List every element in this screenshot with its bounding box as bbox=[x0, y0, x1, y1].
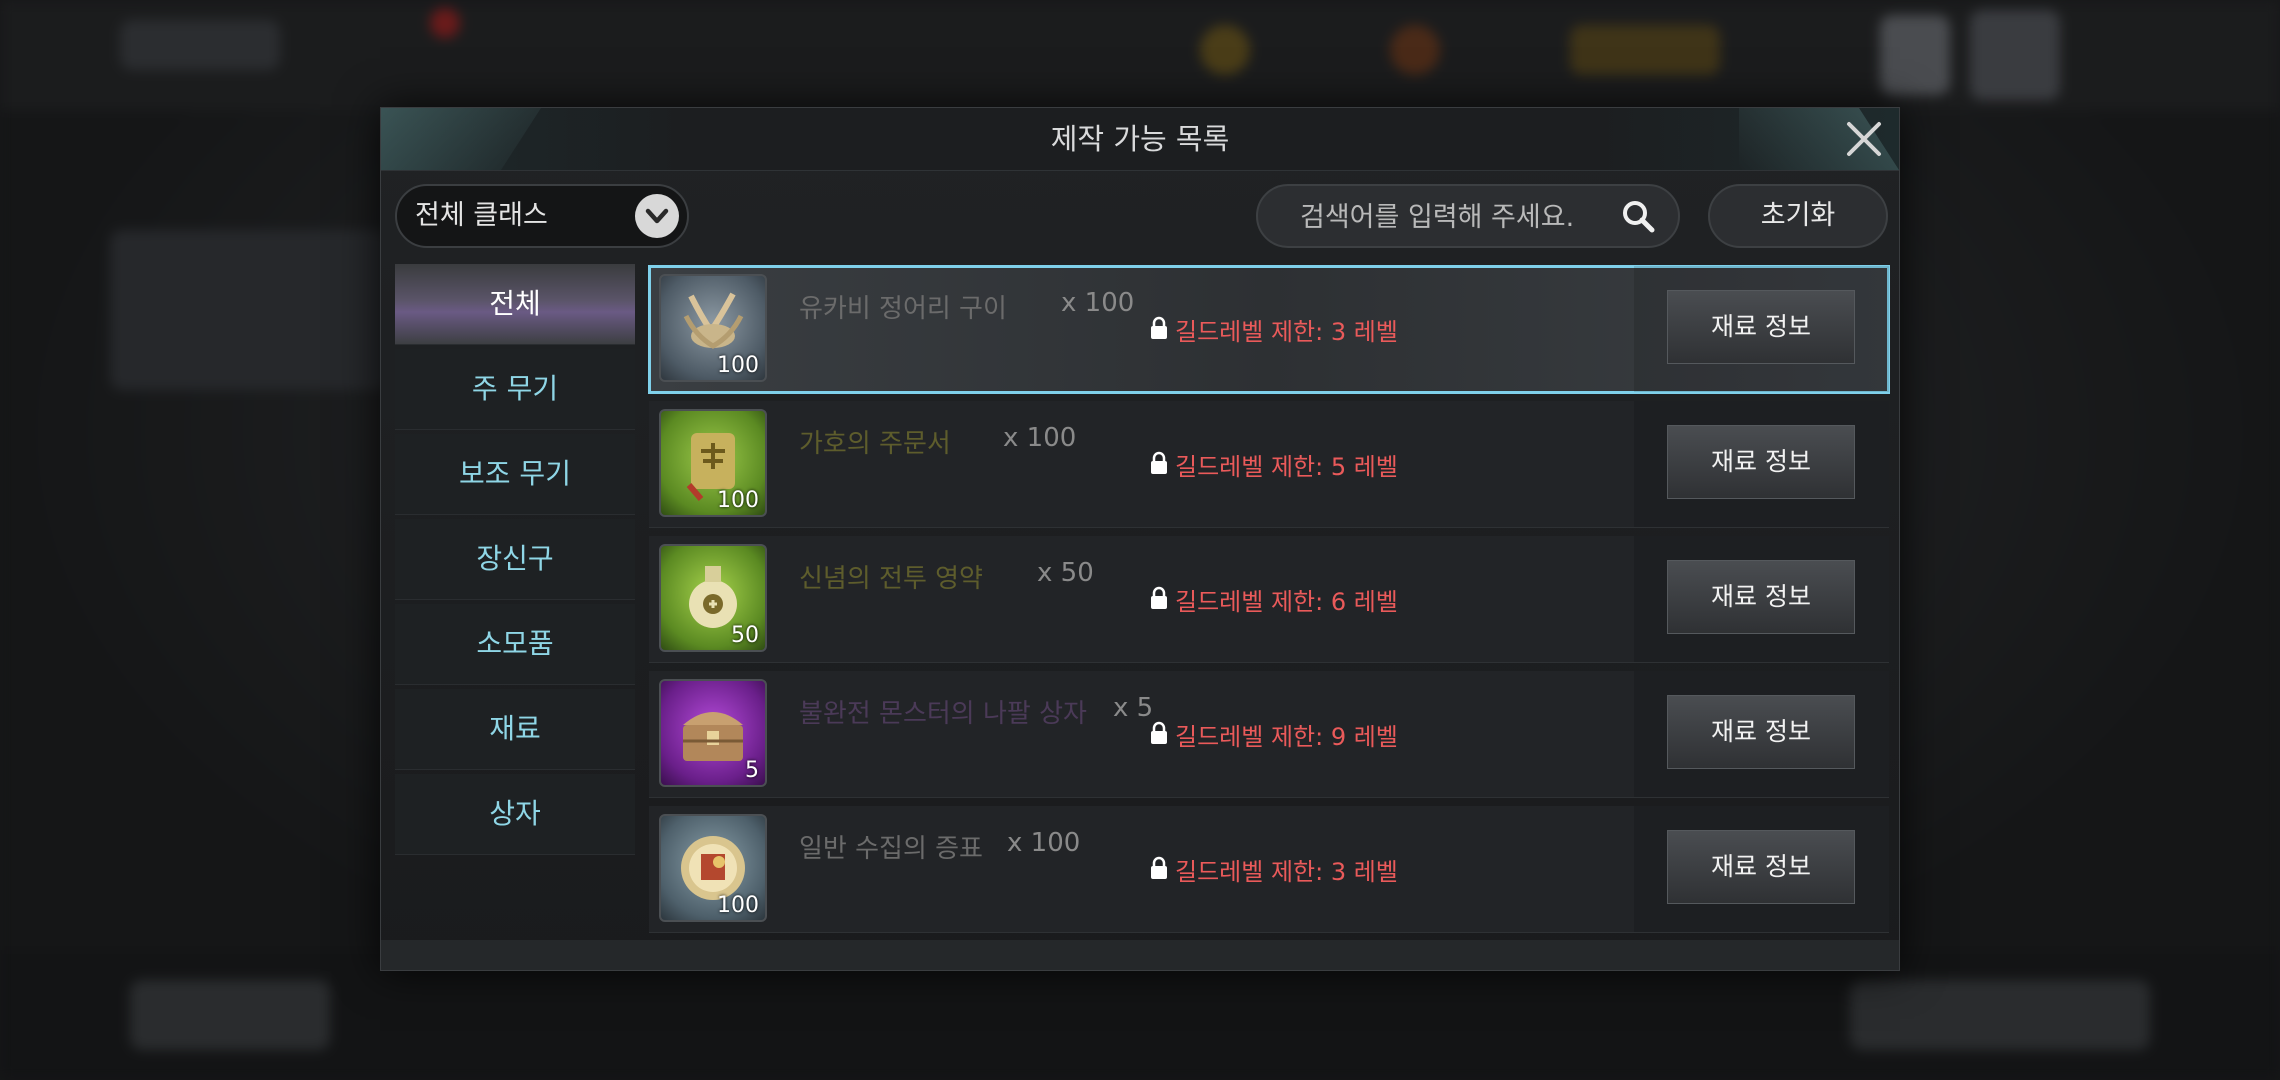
item-name: 신념의 전투 영약 bbox=[799, 564, 983, 594]
class-filter-dropdown[interactable]: 전체 클래스 bbox=[395, 184, 689, 248]
item-multiplier: x 100 bbox=[1061, 288, 1135, 318]
background-avatar bbox=[1880, 15, 1950, 95]
item-quantity: 100 bbox=[717, 893, 759, 918]
chevron-down-icon bbox=[635, 194, 679, 238]
sidebar-item-material[interactable]: 재료 bbox=[395, 689, 635, 770]
lock-icon bbox=[1151, 316, 1167, 339]
modal-footer bbox=[381, 940, 1899, 970]
search-icon[interactable] bbox=[1620, 198, 1656, 234]
background-currency bbox=[1570, 25, 1720, 75]
item-quantity: 100 bbox=[717, 488, 759, 513]
guild-level-restriction: 길드레벨 제한: 3 레벨 bbox=[1175, 858, 1398, 886]
item-multiplier: x 5 bbox=[1113, 693, 1154, 723]
lock-icon bbox=[1151, 451, 1167, 474]
guild-level-restriction: 길드레벨 제한: 3 레벨 bbox=[1175, 318, 1398, 346]
guild-level-restriction: 길드레벨 제한: 6 레벨 bbox=[1175, 588, 1398, 616]
guild-level-restriction: 길드레벨 제한: 5 레벨 bbox=[1175, 453, 1398, 481]
lock-icon bbox=[1151, 721, 1167, 744]
guild-level-restriction: 길드레벨 제한: 9 레벨 bbox=[1175, 723, 1398, 751]
background-avatar bbox=[1970, 10, 2060, 100]
close-button[interactable] bbox=[1843, 118, 1885, 160]
list-item[interactable]: 100 일반 수집의 증표 x 100 길드레벨 제한: 3 레벨 재료 정보 bbox=[649, 806, 1889, 933]
list-item[interactable]: 100 유카비 정어리 구이 x 100 길드레벨 제한: 3 레벨 재료 정보 bbox=[648, 265, 1890, 394]
material-info-button[interactable]: 재료 정보 bbox=[1667, 290, 1855, 364]
close-icon bbox=[1847, 122, 1881, 156]
background-coin bbox=[1200, 25, 1250, 75]
item-name: 유카비 정어리 구이 bbox=[799, 294, 1007, 324]
search-input[interactable] bbox=[1298, 186, 1602, 248]
item-name: 불완전 몬스터의 나팔 상자 bbox=[799, 699, 1087, 729]
background-panel bbox=[110, 230, 390, 390]
list-item[interactable]: 100 가호의 주문서 x 100 길드레벨 제한: 5 레벨 재료 정보 bbox=[649, 401, 1889, 528]
list-item[interactable]: 50 신념의 전투 영약 x 50 길드레벨 제한: 6 레벨 재료 정보 bbox=[649, 536, 1889, 663]
craft-item-list: 100 유카비 정어리 구이 x 100 길드레벨 제한: 3 레벨 재료 정보… bbox=[648, 265, 1890, 941]
background-button bbox=[1850, 980, 2150, 1050]
item-quantity: 5 bbox=[745, 758, 759, 783]
modal-header: 제작 가능 목록 bbox=[381, 108, 1899, 171]
sidebar-item-consumable[interactable]: 소모품 bbox=[395, 604, 635, 685]
item-name: 가호의 주문서 bbox=[799, 429, 951, 459]
sidebar-item-sub-weapon[interactable]: 보조 무기 bbox=[395, 434, 635, 515]
background-blob bbox=[120, 20, 280, 70]
item-multiplier: x 50 bbox=[1037, 558, 1094, 588]
lock-icon bbox=[1151, 856, 1167, 879]
list-item[interactable]: 5 불완전 몬스터의 나팔 상자 x 5 길드레벨 제한: 9 레벨 재료 정보 bbox=[649, 671, 1889, 798]
item-multiplier: x 100 bbox=[1003, 423, 1077, 453]
item-multiplier: x 100 bbox=[1007, 828, 1081, 858]
fish-icon: 100 bbox=[659, 274, 767, 382]
background-notification bbox=[430, 8, 460, 38]
class-filter-value: 전체 클래스 bbox=[415, 200, 548, 231]
material-info-button[interactable]: 재료 정보 bbox=[1667, 695, 1855, 769]
sidebar-item-main-weapon[interactable]: 주 무기 bbox=[395, 349, 635, 430]
item-quantity: 100 bbox=[717, 353, 759, 378]
sidebar-item-all[interactable]: 전체 bbox=[395, 264, 635, 345]
chest-icon: 5 bbox=[659, 679, 767, 787]
search-box bbox=[1256, 184, 1680, 248]
modal-title: 제작 가능 목록 bbox=[1050, 122, 1230, 156]
background-gem bbox=[1390, 25, 1440, 75]
background-button bbox=[130, 980, 330, 1050]
reset-button[interactable]: 초기화 bbox=[1708, 184, 1888, 248]
craftable-list-modal: 제작 가능 목록 전체 클래스 초기화 전체 주 무기 보조 무기 장신구 소모… bbox=[380, 107, 1900, 971]
sidebar-item-accessory[interactable]: 장신구 bbox=[395, 519, 635, 600]
material-info-button[interactable]: 재료 정보 bbox=[1667, 425, 1855, 499]
scroll-icon: 100 bbox=[659, 409, 767, 517]
potion-icon: 50 bbox=[659, 544, 767, 652]
material-info-button[interactable]: 재료 정보 bbox=[1667, 560, 1855, 634]
token-icon: 100 bbox=[659, 814, 767, 922]
item-name: 일반 수집의 증표 bbox=[799, 834, 983, 864]
lock-icon bbox=[1151, 586, 1167, 609]
material-info-button[interactable]: 재료 정보 bbox=[1667, 830, 1855, 904]
sidebar-item-box[interactable]: 상자 bbox=[395, 774, 635, 855]
category-sidebar: 전체 주 무기 보조 무기 장신구 소모품 재료 상자 bbox=[395, 264, 635, 859]
item-quantity: 50 bbox=[731, 623, 759, 648]
